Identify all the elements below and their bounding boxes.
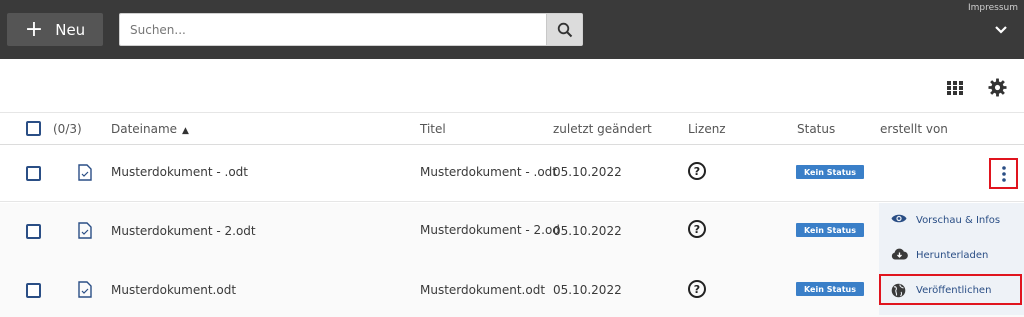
table-row[interactable]: Musterdokument - .odt Musterdokument - .… <box>0 145 1024 202</box>
row-checkbox[interactable] <box>26 224 41 239</box>
license-unknown-icon[interactable]: ? <box>688 280 706 298</box>
license-unknown-icon[interactable]: ? <box>688 220 706 238</box>
search-input[interactable] <box>120 14 548 45</box>
more-options-button[interactable] <box>989 158 1018 189</box>
column-header-created-by[interactable]: erstellt von <box>880 122 948 136</box>
license-unknown-icon[interactable]: ? <box>688 162 706 180</box>
table-row[interactable]: Musterdokument - 2.odt Musterdokument - … <box>0 203 1024 260</box>
gear-icon[interactable] <box>988 78 1007 97</box>
filename[interactable]: Musterdokument.odt <box>111 283 236 297</box>
modified-date: 05.10.2022 <box>553 165 622 179</box>
column-header-title[interactable]: Titel <box>420 122 446 136</box>
document-icon <box>78 222 92 239</box>
column-header-filename[interactable]: Dateiname ▲ <box>111 122 189 136</box>
document-icon <box>78 164 92 181</box>
grid-view-icon[interactable] <box>947 81 963 95</box>
toolbar <box>0 59 1024 113</box>
title: Musterdokument - 2.od <box>420 223 560 237</box>
filename[interactable]: Musterdokument - .odt <box>111 165 248 179</box>
document-icon <box>78 281 92 298</box>
impressum-link[interactable]: Impressum <box>968 3 1018 13</box>
search-box <box>119 13 583 46</box>
search-icon <box>557 22 572 37</box>
menu-item-preview[interactable]: Vorschau & Infos <box>879 206 1024 234</box>
new-button[interactable]: + Neu <box>7 13 103 46</box>
modified-date: 05.10.2022 <box>553 283 622 297</box>
select-all-checkbox[interactable] <box>26 121 41 136</box>
menu-item-download-label: Herunterladen <box>916 249 989 261</box>
row-checkbox[interactable] <box>26 166 41 181</box>
column-header-license[interactable]: Lizenz <box>688 122 726 136</box>
modified-date: 05.10.2022 <box>553 224 622 238</box>
title: Musterdokument.odt <box>420 283 546 297</box>
chevron-down-icon[interactable] <box>994 25 1008 35</box>
table-header: (0/3) Dateiname ▲ Titel zuletzt geändert … <box>0 113 1024 145</box>
column-header-filename-label: Dateiname <box>111 122 178 136</box>
eye-icon <box>891 214 907 223</box>
kebab-menu-icon <box>1001 165 1006 182</box>
cloud-download-icon <box>891 248 908 260</box>
top-bar: + Neu Impressum <box>0 0 1024 59</box>
status-badge: Kein Status <box>796 223 864 237</box>
column-header-status[interactable]: Status <box>797 122 835 136</box>
menu-item-download[interactable]: Herunterladen <box>879 241 1024 269</box>
column-header-modified[interactable]: zuletzt geändert <box>553 122 652 136</box>
title: Musterdokument - .odt <box>420 165 557 179</box>
publish-highlight <box>879 274 1022 305</box>
status-badge: Kein Status <box>796 165 864 179</box>
sort-ascending-icon: ▲ <box>182 126 189 136</box>
plus-icon: + <box>24 16 44 42</box>
status-badge: Kein Status <box>796 282 864 296</box>
table-row[interactable]: Musterdokument.odt Musterdokument.odt 05… <box>0 260 1024 317</box>
row-checkbox[interactable] <box>26 283 41 298</box>
filename[interactable]: Musterdokument - 2.odt <box>111 224 256 238</box>
menu-item-preview-label: Vorschau & Infos <box>916 214 1001 226</box>
selection-count: (0/3) <box>53 122 82 136</box>
search-button[interactable] <box>546 14 582 45</box>
new-button-label: Neu <box>55 20 86 39</box>
